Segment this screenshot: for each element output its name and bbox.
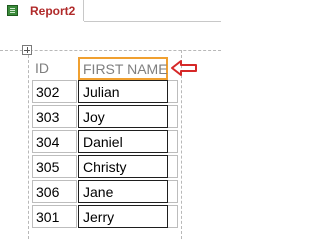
table-row-id[interactable]: 306 [32,180,77,203]
document-tab-strip: Report2 [0,0,221,22]
table-row-id[interactable]: 304 [32,130,77,153]
row-stub-cell [168,105,178,128]
report-tab[interactable]: Report2 [0,0,84,22]
row-stub-cell [168,180,178,203]
table-row-id[interactable]: 305 [32,155,77,178]
header-first-name[interactable]: FIRST NAME [78,57,168,80]
header-id[interactable]: ID [32,57,77,80]
row-stub-cell [168,130,178,153]
table-row-id[interactable]: 301 [32,205,77,228]
row-stub-cell [168,155,178,178]
left-guide-line [28,50,29,239]
table-row-first-name[interactable]: Christy [78,155,168,178]
report-icon [7,5,18,16]
red-arrow-left-icon [171,60,197,76]
table-row-first-name[interactable]: Jerry [78,205,168,228]
active-tab-connector [0,21,84,22]
table-row-id[interactable]: 302 [32,80,77,103]
table-row-first-name[interactable]: Joy [78,105,168,128]
section-guide-line [0,50,221,51]
table-row-id[interactable]: 303 [32,105,77,128]
table-row-first-name[interactable]: Jane [78,180,168,203]
table-row-first-name[interactable]: Daniel [78,130,168,153]
table-row-first-name[interactable]: Julian [78,80,168,103]
right-guide-line [181,50,182,239]
row-stub-cell [168,80,178,103]
layout-move-handle-icon[interactable] [22,45,32,55]
report-tab-label: Report2 [30,4,76,18]
row-stub-cell [168,205,178,228]
